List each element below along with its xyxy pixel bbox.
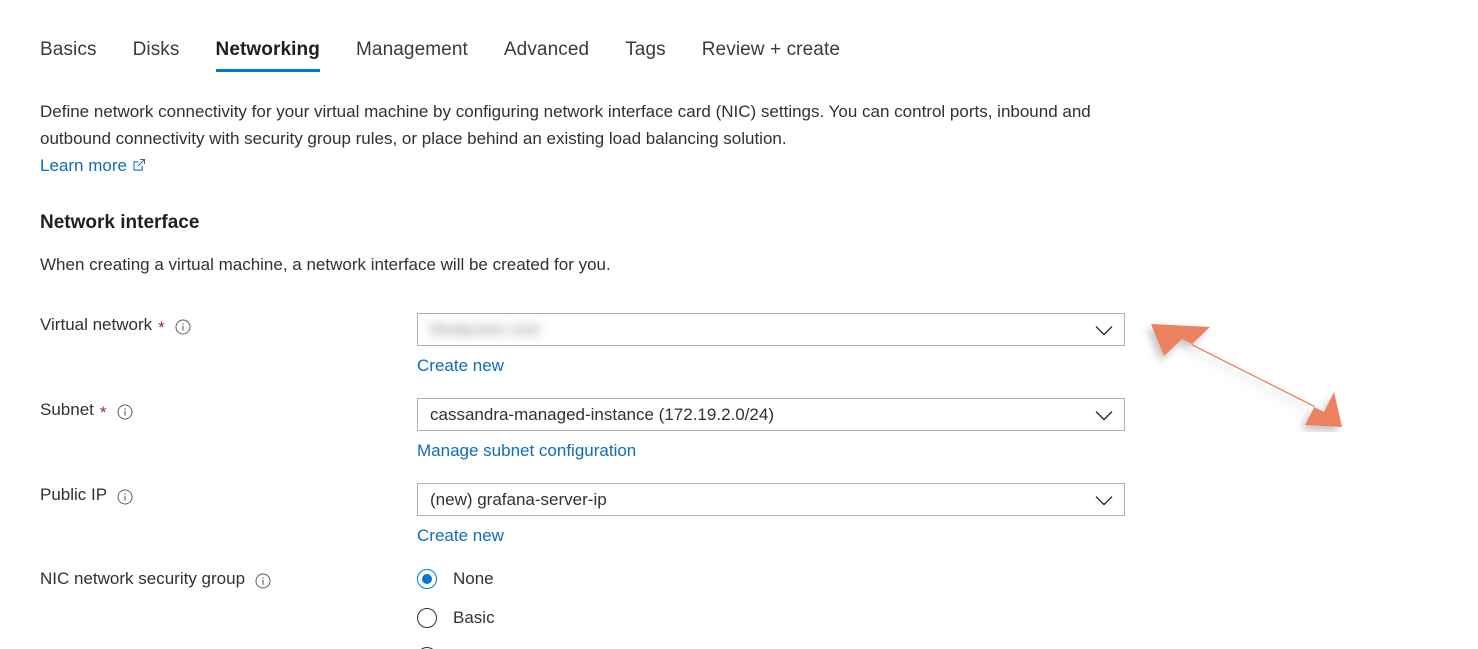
public-ip-label: Public IP [40, 483, 400, 507]
intro-paragraph: Define network connectivity for your vir… [40, 102, 1091, 148]
radio-option-none[interactable]: None [417, 559, 1127, 598]
info-icon[interactable] [175, 318, 191, 334]
label-text: Public IP [40, 483, 107, 507]
external-link-icon [132, 153, 146, 180]
tab-review-create[interactable]: Review + create [684, 38, 858, 72]
virtual-network-control: Redacted vnet Create new [417, 313, 1127, 377]
subnet-control: cassandra-managed-instance (172.19.2.0/2… [417, 398, 1127, 462]
radio-label: None [453, 568, 494, 590]
radio-label: Advanced [453, 646, 529, 649]
tab-tags[interactable]: Tags [607, 38, 684, 72]
learn-more-label: Learn more [40, 156, 127, 175]
radio-option-basic[interactable]: Basic [417, 598, 1127, 637]
radio-option-advanced[interactable]: Advanced [417, 637, 1127, 649]
chevron-down-icon [1095, 494, 1113, 506]
tab-label: Basics [40, 39, 97, 60]
info-icon[interactable] [117, 488, 133, 504]
subnet-value: cassandra-managed-instance (172.19.2.0/2… [418, 404, 774, 426]
nic-nsg-label: NIC network security group [40, 567, 400, 591]
tab-management[interactable]: Management [338, 38, 486, 72]
public-ip-control: (new) grafana-server-ip Create new [417, 483, 1127, 547]
tab-disks[interactable]: Disks [115, 38, 198, 72]
radio-mark-icon [417, 608, 437, 628]
tab-label: Review + create [702, 39, 840, 60]
tab-basics[interactable]: Basics [40, 38, 115, 72]
callout-arrow [1128, 292, 1368, 432]
public-ip-create-new-link[interactable]: Create new [417, 525, 504, 547]
wizard-tabs: Basics Disks Networking Management Advan… [40, 38, 858, 72]
section-title: Network interface [40, 210, 199, 236]
nic-nsg-control: None Basic Advanced [417, 559, 1127, 649]
info-icon[interactable] [255, 572, 271, 588]
learn-more-line: Learn more [40, 152, 1100, 180]
virtual-network-create-new-link[interactable]: Create new [417, 355, 504, 377]
required-asterisk: * [158, 319, 165, 336]
label-text: Virtual network [40, 313, 152, 337]
tab-networking[interactable]: Networking [198, 38, 338, 72]
link-label: Create new [417, 526, 504, 545]
tab-label: Advanced [504, 39, 589, 60]
vm-create-networking-page: Basics Disks Networking Management Advan… [0, 0, 1478, 649]
tab-label: Disks [133, 39, 180, 60]
tab-label: Management [356, 39, 468, 60]
required-asterisk: * [100, 404, 107, 421]
radio-label: Basic [453, 607, 495, 629]
radio-mark-icon [417, 569, 437, 589]
chevron-down-icon [1095, 409, 1113, 421]
tab-advanced[interactable]: Advanced [486, 38, 607, 72]
label-text: NIC network security group [40, 567, 245, 591]
nic-nsg-radio-group: None Basic Advanced [417, 559, 1127, 649]
info-icon[interactable] [117, 403, 133, 419]
learn-more-link[interactable]: Learn more [40, 156, 127, 175]
tab-label: Tags [625, 39, 666, 60]
public-ip-value: (new) grafana-server-ip [418, 489, 607, 511]
virtual-network-value: Redacted vnet [418, 319, 540, 341]
virtual-network-label: Virtual network * [40, 313, 400, 337]
label-text: Subnet [40, 398, 94, 422]
intro-text: Define network connectivity for your vir… [40, 98, 1100, 180]
tab-label: Networking [216, 39, 320, 60]
link-label: Manage subnet configuration [417, 441, 636, 460]
subnet-label: Subnet * [40, 398, 400, 422]
subnet-dropdown[interactable]: cassandra-managed-instance (172.19.2.0/2… [417, 398, 1125, 431]
public-ip-dropdown[interactable]: (new) grafana-server-ip [417, 483, 1125, 516]
link-label: Create new [417, 356, 504, 375]
section-description: When creating a virtual machine, a netwo… [40, 253, 611, 277]
manage-subnet-configuration-link[interactable]: Manage subnet configuration [417, 440, 636, 462]
chevron-down-icon [1095, 324, 1113, 336]
virtual-network-dropdown[interactable]: Redacted vnet [417, 313, 1125, 346]
